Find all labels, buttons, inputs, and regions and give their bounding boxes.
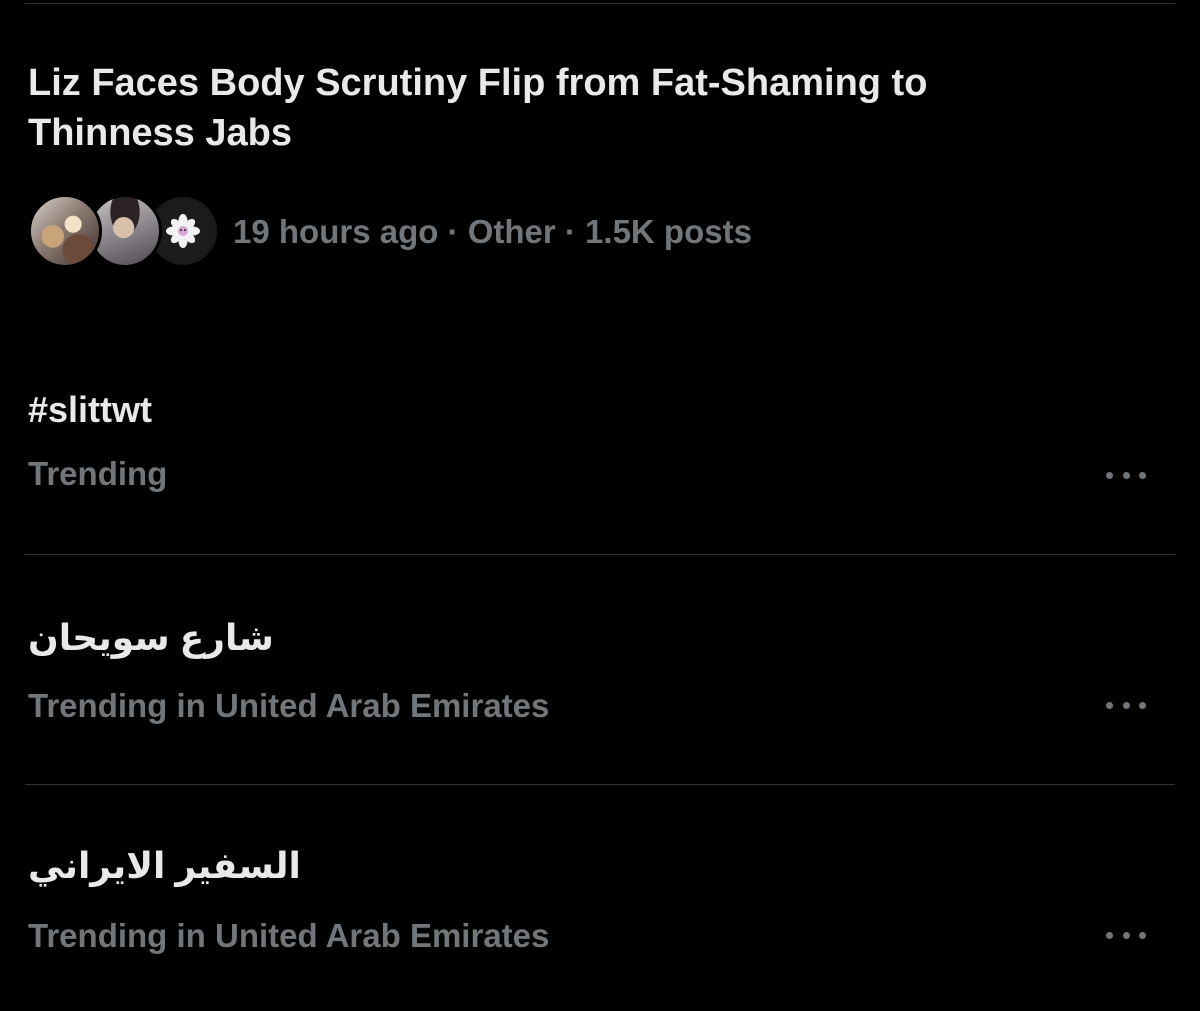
more-options-icon [1106, 701, 1146, 709]
trend-name[interactable]: #slittwt [28, 388, 152, 432]
top-divider [25, 3, 1175, 4]
more-options-icon [1106, 931, 1146, 939]
avatar-stack [28, 192, 220, 272]
news-title[interactable]: Liz Faces Body Scrutiny Flip from Fat-Sh… [28, 58, 1068, 158]
more-options-button[interactable] [1106, 460, 1150, 490]
trend-item[interactable]: #slittwt Trending [0, 380, 1200, 555]
news-story[interactable]: Liz Faces Body Scrutiny Flip from Fat-Sh… [28, 58, 1128, 272]
flower-icon [166, 214, 200, 248]
divider [25, 554, 1175, 555]
news-meta-row: 19 hours ago · Other · 1.5K posts [28, 192, 1128, 272]
trend-context: Trending in United Arab Emirates [28, 687, 550, 724]
trend-name[interactable]: السفير الايراني [28, 844, 301, 888]
trend-item[interactable]: شارع سويحان Trending in United Arab Emir… [0, 610, 1200, 785]
trend-context: Trending [28, 455, 168, 492]
more-options-button[interactable] [1106, 920, 1150, 950]
trend-context: Trending in United Arab Emirates [28, 917, 550, 954]
avatar [28, 194, 102, 268]
more-options-button[interactable] [1106, 690, 1150, 720]
more-options-icon [1106, 471, 1146, 479]
trend-name[interactable]: شارع سويحان [28, 616, 274, 660]
news-meta: 19 hours ago · Other · 1.5K posts [233, 213, 752, 250]
trend-item[interactable]: السفير الايراني Trending in United Arab … [0, 840, 1200, 1011]
divider [25, 784, 1175, 785]
